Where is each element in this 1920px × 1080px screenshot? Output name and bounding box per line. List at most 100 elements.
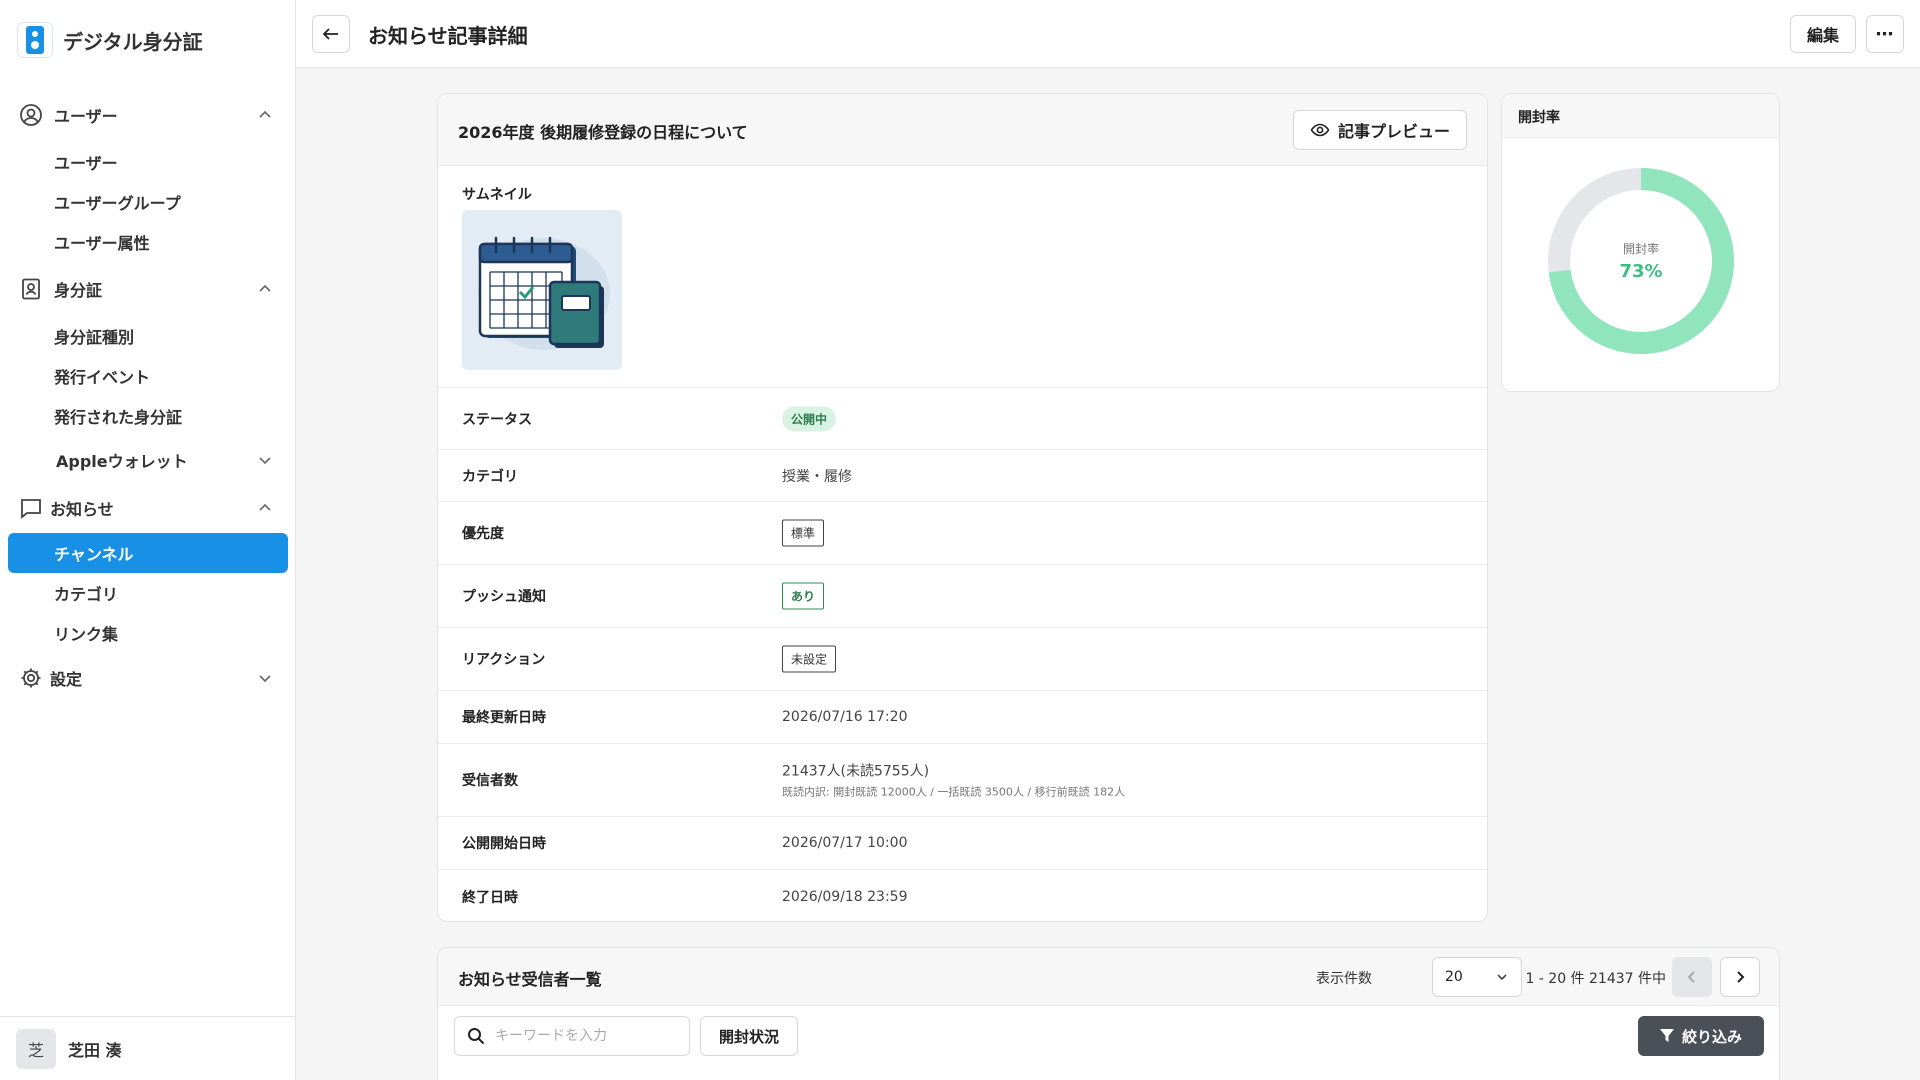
brand-name: デジタル身分証 — [63, 29, 203, 54]
brand[interactable]: デジタル身分証 — [17, 22, 203, 58]
donut-center: 開封率 73% — [1546, 166, 1736, 356]
sidebar: デジタル身分証 ユーザー ユーザー ユーザーグループ ユーザー属性 身分証 身分… — [0, 0, 296, 1080]
push-notification-row: プッシュ通知 あり — [438, 565, 1487, 628]
publish-start-row: 公開開始日時 2026/07/17 10:00 — [438, 817, 1487, 870]
status-value: 公開中 — [782, 406, 837, 431]
user-name: 芝田 湊 — [68, 1040, 122, 1060]
donut-center-value: 73% — [1619, 261, 1663, 282]
reaction-row: リアクション 未設定 — [438, 628, 1487, 691]
filter-label: 絞り込み — [1681, 1027, 1742, 1046]
per-page-value: 20 — [1445, 969, 1463, 985]
last-updated-value: 2026/07/16 17:20 — [782, 709, 908, 725]
recipients-list-title: お知らせ受信者一覧 — [458, 970, 602, 989]
priority-tag: 標準 — [782, 519, 825, 547]
filter-button[interactable]: 絞り込み — [1638, 1016, 1764, 1056]
chevron-up-icon — [259, 503, 271, 511]
id-card-logo-icon — [17, 22, 53, 58]
search-input[interactable] — [495, 1028, 675, 1044]
recipients-count-label: 受信者数 — [462, 773, 518, 789]
sidebar-item-channels[interactable]: チャンネル — [8, 533, 288, 573]
publish-start-label: 公開開始日時 — [462, 836, 546, 852]
chevron-down-icon — [1497, 974, 1507, 981]
sidebar-section-label: 身分証 — [54, 281, 103, 300]
sidebar-item-issued-ids[interactable]: 発行された身分証 — [54, 401, 182, 431]
push-notification-value: あり — [782, 582, 825, 610]
per-page-select[interactable]: 20 — [1432, 957, 1522, 997]
reaction-value: 未設定 — [782, 645, 837, 673]
donut-center-label: 開封率 — [1622, 242, 1659, 256]
push-notification-tag: あり — [782, 582, 825, 610]
gear-icon — [18, 665, 44, 691]
sidebar-section-settings[interactable]: 設定 — [18, 663, 278, 693]
sidebar-item-id-types[interactable]: 身分証種別 — [54, 321, 134, 351]
chevron-left-icon — [1687, 971, 1695, 983]
sidebar-section-id[interactable]: 身分証 — [18, 274, 278, 304]
chevron-up-icon — [259, 110, 271, 118]
calendar-thumbnail-image — [462, 210, 622, 370]
end-date-label: 終了日時 — [462, 889, 518, 906]
status-badge: 公開中 — [782, 406, 837, 431]
sidebar-item-user-attributes[interactable]: ユーザー属性 — [54, 227, 150, 257]
sidebar-section-label: ユーザー — [54, 107, 118, 126]
filter-icon — [1659, 1029, 1674, 1042]
user-menu[interactable]: 芝 芝田 湊 — [0, 1016, 296, 1080]
sidebar-item-label: Appleウォレット — [56, 452, 188, 471]
preview-label: 記事プレビュー — [1337, 122, 1450, 141]
recipients-read-breakdown: 既読内訳: 開封既読 12000人 / 一括既読 3500人 / 移行前既読 1… — [782, 785, 1126, 799]
category-row: カテゴリ 授業・履修 — [438, 450, 1487, 502]
sidebar-item-user-groups[interactable]: ユーザーグループ — [54, 187, 181, 217]
sidebar-section-notices[interactable]: お知らせ — [18, 493, 278, 523]
article-preview-button[interactable]: 記事プレビュー — [1293, 110, 1467, 150]
chevron-down-icon — [259, 675, 271, 683]
recipients-count-row: 受信者数 21437人(未読5755人) 既読内訳: 開封既読 12000人 /… — [438, 744, 1487, 817]
page-title: お知らせ記事詳細 — [368, 24, 528, 48]
recipients-count-value: 21437人(未読5755人) 既読内訳: 開封既読 12000人 / 一括既読… — [782, 761, 1125, 800]
pagination-range: 1 - 20 件 21437 件中 — [1525, 971, 1666, 987]
back-button[interactable] — [312, 15, 350, 53]
chevron-up-icon — [259, 284, 271, 292]
push-notification-label: プッシュ通知 — [462, 589, 546, 605]
thumbnail-section: サムネイル — [438, 166, 1487, 388]
thumbnail-label: サムネイル — [462, 187, 532, 203]
end-date-value: 2026/09/18 23:59 — [782, 888, 908, 905]
sidebar-item-categories[interactable]: カテゴリ — [54, 578, 118, 608]
recipients-list-card: お知らせ受信者一覧 表示件数 20 1 - 20 件 21437 件中 開封状況… — [437, 947, 1780, 1080]
avatar: 芝 — [16, 1028, 56, 1069]
last-updated-label: 最終更新日時 — [462, 710, 546, 726]
arrow-left-icon — [322, 28, 338, 40]
previous-page-button[interactable] — [1672, 957, 1712, 997]
search-icon — [468, 1028, 485, 1045]
publish-start-value: 2026/07/17 10:00 — [782, 835, 908, 851]
sidebar-item-users[interactable]: ユーザー — [54, 147, 118, 177]
top-bar: お知らせ記事詳細 編集 ⋯ — [296, 0, 1920, 68]
sidebar-section-users[interactable]: ユーザー — [18, 100, 278, 130]
open-rate-header: 開封率 — [1502, 94, 1779, 138]
priority-value: 標準 — [782, 519, 825, 547]
priority-row: 優先度 標準 — [438, 502, 1487, 565]
status-row: ステータス 公開中 — [438, 388, 1487, 450]
per-page-label: 表示件数 — [1316, 971, 1372, 987]
reaction-tag: 未設定 — [782, 645, 837, 673]
open-rate-title: 開封率 — [1518, 110, 1560, 126]
category-label: カテゴリ — [462, 468, 518, 485]
search-field[interactable] — [454, 1016, 690, 1056]
eye-icon — [1310, 123, 1330, 137]
next-page-button[interactable] — [1720, 957, 1760, 997]
reaction-label: リアクション — [462, 652, 546, 668]
sidebar-section-label: お知らせ — [50, 500, 114, 519]
id-badge-icon — [18, 276, 44, 302]
message-icon — [18, 495, 44, 521]
sidebar-item-apple-wallet[interactable]: Appleウォレット — [18, 445, 278, 475]
priority-label: 優先度 — [462, 526, 504, 542]
open-status-filter-button[interactable]: 開封状況 — [700, 1016, 798, 1056]
sidebar-section-label: 設定 — [50, 670, 83, 689]
status-label: ステータス — [462, 411, 532, 428]
edit-button[interactable]: 編集 — [1790, 15, 1856, 53]
sidebar-item-links[interactable]: リンク集 — [54, 618, 118, 648]
sidebar-item-issue-events[interactable]: 発行イベント — [54, 361, 150, 391]
more-options-button[interactable]: ⋯ — [1866, 15, 1904, 53]
article-detail-card: 2026年度 後期履修登録の日程について 記事プレビュー サムネイル ステータス… — [437, 93, 1488, 922]
chevron-down-icon — [259, 457, 271, 465]
category-value: 授業・履修 — [782, 468, 852, 485]
article-title: 2026年度 後期履修登録の日程について — [458, 123, 748, 142]
